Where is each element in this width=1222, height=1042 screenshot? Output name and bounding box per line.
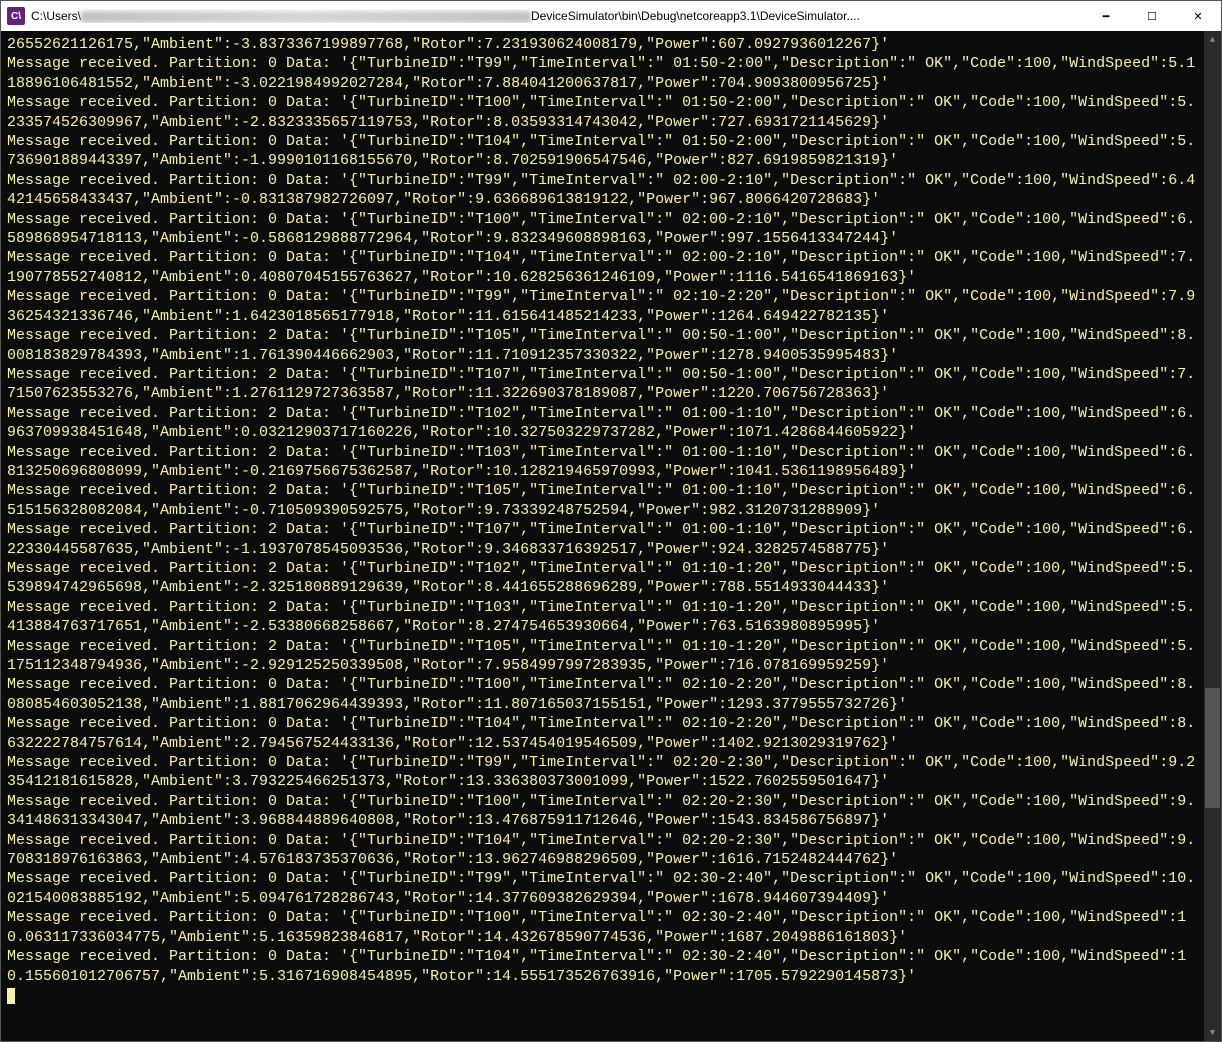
- window-controls: ━ ☐ ✕: [1083, 1, 1221, 31]
- scroll-up-arrow-icon[interactable]: ▲: [1204, 31, 1221, 48]
- close-button[interactable]: ✕: [1175, 1, 1221, 31]
- scrollbar-thumb[interactable]: [1205, 688, 1220, 808]
- console-area: 26552621126175,"Ambient":-3.837336719989…: [1, 31, 1221, 1041]
- title-suffix: DeviceSimulator\bin\Debug\netcoreapp3.1\…: [531, 9, 860, 23]
- title-redacted-path: [81, 11, 531, 23]
- titlebar[interactable]: C\ C:\Users\ DeviceSimulator\bin\Debug\ne…: [1, 1, 1221, 32]
- maximize-button[interactable]: ☐: [1129, 1, 1175, 31]
- app-window: C\ C:\Users\ DeviceSimulator\bin\Debug\ne…: [0, 0, 1222, 1042]
- title-prefix: C:\Users\: [31, 9, 81, 23]
- console-output[interactable]: 26552621126175,"Ambient":-3.837336719989…: [1, 31, 1204, 1041]
- minimize-button[interactable]: ━: [1083, 1, 1129, 31]
- cursor: [7, 988, 15, 1004]
- window-title: C:\Users\ DeviceSimulator\bin\Debug\netco…: [31, 9, 1083, 23]
- scroll-down-arrow-icon[interactable]: ▼: [1204, 1024, 1221, 1041]
- app-icon: C\: [7, 7, 25, 25]
- vertical-scrollbar[interactable]: ▲ ▼: [1204, 31, 1221, 1041]
